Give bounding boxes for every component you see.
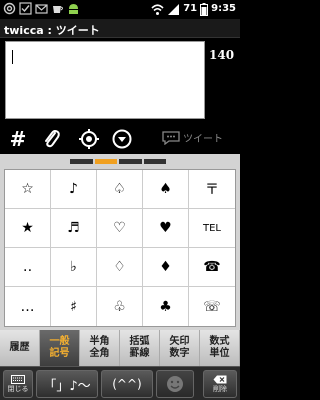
more-button[interactable] [110, 127, 134, 151]
at-sign-icon [3, 2, 16, 15]
chevron-down-icon [112, 129, 132, 149]
symbol-key[interactable]: ☎ [189, 248, 235, 287]
backspace-icon [213, 375, 227, 383]
wifi-icon [151, 3, 164, 15]
symbol-grid: ☆ ♪ ♤ ♠ 〒 ★ ♬ ♡ ♥ TEL ‥ ♭ ♢ ♦ ☎ … ♯ ♧ ♣ ☏ [4, 169, 236, 327]
symbol-key[interactable]: ♪ [51, 170, 97, 209]
category-tab[interactable]: 一般 記号 [40, 330, 80, 366]
keyboard-bottom-row: 閉じる 「」♪〜 (^^) 削除 [0, 366, 240, 400]
page-indicator-segment [143, 159, 166, 164]
category-tabs: 履歴 一般 記号 半角 全角 括弧 罫線 矢印 数字 数式 単位 [0, 330, 240, 366]
paperclip-icon [45, 130, 60, 148]
cup-icon [53, 6, 63, 13]
bracket-note-label: 「」♪〜 [43, 378, 91, 394]
category-tab[interactable]: 半角 全角 [80, 330, 120, 366]
symbol-key[interactable]: TEL [189, 209, 235, 248]
page-title: twicca : ツイート [4, 24, 100, 37]
symbol-key[interactable]: ♠ [143, 170, 189, 209]
battery-icon [200, 2, 209, 16]
symbol-keyboard: ☆ ♪ ♤ ♠ 〒 ★ ♬ ♡ ♥ TEL ‥ ♭ ♢ ♦ ☎ … ♯ ♧ ♣ ☏ 履歴 一般 記号 半角 全角 括弧 罫線… [0, 154, 240, 400]
symbol-key[interactable]: ☏ [189, 287, 235, 326]
speech-bubble-icon [162, 130, 180, 145]
delete-button[interactable]: 削除 [203, 370, 237, 398]
smiley-key[interactable] [156, 370, 194, 398]
bracket-note-key[interactable]: 「」♪〜 [36, 370, 98, 398]
keyboard-icon [11, 374, 25, 384]
hashtag-button[interactable]: # [6, 127, 30, 151]
location-icon [79, 129, 99, 149]
symbol-key[interactable]: ♯ [51, 287, 97, 326]
category-tab[interactable]: 数式 単位 [200, 330, 240, 366]
android-icon [69, 4, 78, 14]
tweet-button[interactable]: ツイート [162, 130, 223, 145]
symbol-key[interactable]: ♢ [97, 248, 143, 287]
emoticon-key[interactable]: (^^) [101, 370, 153, 398]
attach-button[interactable] [40, 127, 64, 151]
checkbox-icon [19, 2, 32, 15]
text-cursor [12, 50, 13, 64]
page-indicator-segment [70, 159, 93, 164]
symbol-key[interactable]: ♥ [143, 209, 189, 248]
symbol-key[interactable]: ♣ [143, 287, 189, 326]
page-indicator-segment [94, 159, 117, 164]
category-tab[interactable]: 履歴 [0, 330, 40, 366]
symbol-key[interactable]: ♡ [97, 209, 143, 248]
mail-icon [35, 4, 48, 14]
battery-level: 71 [183, 3, 198, 14]
emoticon-label: (^^) [112, 377, 142, 391]
symbol-key[interactable]: ♧ [97, 287, 143, 326]
delete-label: 削除 [213, 384, 227, 393]
page-indicator [70, 159, 166, 164]
location-button[interactable] [77, 127, 101, 151]
char-counter: 140 [209, 48, 235, 62]
symbol-key[interactable]: ♦ [143, 248, 189, 287]
symbol-key[interactable]: ‥ [5, 248, 51, 287]
category-tab[interactable]: 括弧 罫線 [120, 330, 160, 366]
hashtag-icon: # [9, 127, 27, 151]
status-bar: 71 9:35 [0, 0, 240, 19]
title-bar: twicca : ツイート [0, 19, 240, 38]
symbol-key[interactable]: ♬ [51, 209, 97, 248]
symbol-key[interactable]: ★ [5, 209, 51, 248]
symbol-key[interactable]: ☆ [5, 170, 51, 209]
tweet-button-label: ツイート [183, 134, 223, 145]
symbol-key[interactable]: ♤ [97, 170, 143, 209]
category-tab[interactable]: 矢印 数字 [160, 330, 200, 366]
clock: 9:35 [211, 3, 236, 14]
page-indicator-segment [119, 159, 142, 164]
symbol-key[interactable]: … [5, 287, 51, 326]
signal-icon [168, 3, 180, 15]
smiley-icon [167, 376, 183, 392]
compose-toolbar: # ツイート [0, 122, 240, 156]
close-keyboard-label: 閉じる [7, 384, 29, 393]
tweet-input[interactable] [5, 41, 205, 119]
symbol-key[interactable]: 〒 [189, 170, 235, 209]
symbol-key[interactable]: ♭ [51, 248, 97, 287]
close-keyboard-button[interactable]: 閉じる [3, 370, 33, 398]
